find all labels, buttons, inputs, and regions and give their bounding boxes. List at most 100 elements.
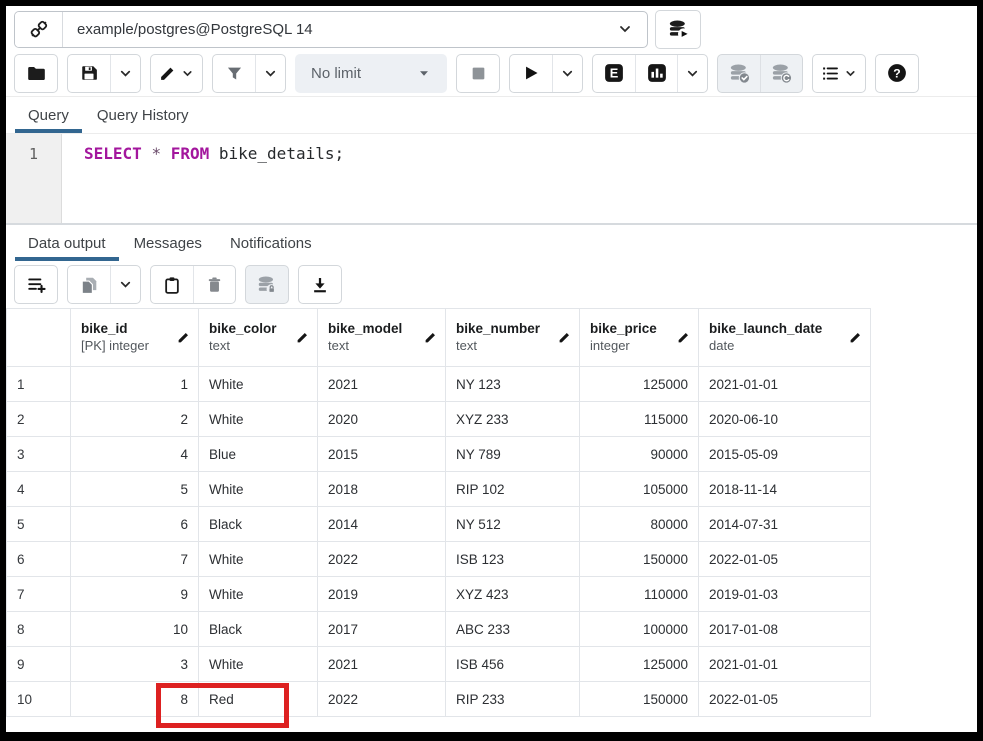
tab-data-output[interactable]: Data output: [14, 225, 120, 261]
cell-bike_id[interactable]: 1: [71, 367, 199, 402]
row-number-cell[interactable]: 4: [7, 472, 71, 507]
cell-bike_model[interactable]: 2014: [318, 507, 446, 542]
column-header-bike_price[interactable]: bike_priceinteger: [580, 309, 699, 367]
sql-code-line[interactable]: SELECT * FROM bike_details;: [62, 134, 977, 223]
cell-bike_number[interactable]: XYZ 423: [446, 577, 580, 612]
cell-bike_launch_date[interactable]: 2021-01-01: [699, 647, 871, 682]
row-number-cell[interactable]: 6: [7, 542, 71, 577]
cell-bike_model[interactable]: 2019: [318, 577, 446, 612]
cell-bike_launch_date[interactable]: 2015-05-09: [699, 437, 871, 472]
cell-bike_color[interactable]: White: [199, 577, 318, 612]
cell-bike_price[interactable]: 90000: [580, 437, 699, 472]
copy-options-button[interactable]: [110, 266, 140, 303]
cell-bike_number[interactable]: NY 123: [446, 367, 580, 402]
filter-options-button[interactable]: [255, 55, 285, 92]
tab-query-history[interactable]: Query History: [83, 97, 203, 133]
cell-bike_model[interactable]: 2018: [318, 472, 446, 507]
cell-bike_price[interactable]: 80000: [580, 507, 699, 542]
cell-bike_launch_date[interactable]: 2018-11-14: [699, 472, 871, 507]
select-all-corner[interactable]: [7, 309, 71, 367]
commit-button[interactable]: [718, 55, 760, 92]
column-header-bike_color[interactable]: bike_colortext: [199, 309, 318, 367]
explain-analyze-button[interactable]: [635, 55, 677, 92]
connection-status-button[interactable]: [15, 12, 63, 47]
database-connection-select[interactable]: example/postgres@PostgreSQL 14: [63, 12, 647, 47]
download-csv-button[interactable]: [299, 266, 341, 303]
cell-bike_model[interactable]: 2022: [318, 682, 446, 717]
row-number-cell[interactable]: 8: [7, 612, 71, 647]
row-number-cell[interactable]: 10: [7, 682, 71, 717]
cell-bike_number[interactable]: RIP 102: [446, 472, 580, 507]
cell-bike_launch_date[interactable]: 2020-06-10: [699, 402, 871, 437]
cell-bike_number[interactable]: XYZ 233: [446, 402, 580, 437]
execute-options-button[interactable]: [552, 55, 582, 92]
save-options-button[interactable]: [110, 55, 140, 92]
cell-bike_launch_date[interactable]: 2017-01-08: [699, 612, 871, 647]
edit-button[interactable]: [151, 55, 202, 92]
cell-bike_model[interactable]: 2021: [318, 367, 446, 402]
cell-bike_number[interactable]: ABC 233: [446, 612, 580, 647]
tab-query[interactable]: Query: [14, 97, 83, 133]
cell-bike_number[interactable]: ISB 456: [446, 647, 580, 682]
cell-bike_number[interactable]: NY 512: [446, 507, 580, 542]
cell-bike_id[interactable]: 2: [71, 402, 199, 437]
tab-notifications[interactable]: Notifications: [216, 225, 326, 261]
explain-options-button[interactable]: [677, 55, 707, 92]
cell-bike_price[interactable]: 110000: [580, 577, 699, 612]
cell-bike_id[interactable]: 5: [71, 472, 199, 507]
cell-bike_model[interactable]: 2020: [318, 402, 446, 437]
macros-button[interactable]: [813, 55, 865, 92]
cell-bike_id[interactable]: 9: [71, 577, 199, 612]
cell-bike_color[interactable]: White: [199, 472, 318, 507]
cell-bike_price[interactable]: 105000: [580, 472, 699, 507]
cell-bike_id[interactable]: 4: [71, 437, 199, 472]
cell-bike_model[interactable]: 2021: [318, 647, 446, 682]
row-number-cell[interactable]: 5: [7, 507, 71, 542]
column-header-bike_model[interactable]: bike_modeltext: [318, 309, 446, 367]
cell-bike_color[interactable]: Red: [199, 682, 318, 717]
column-header-bike_launch_date[interactable]: bike_launch_datedate: [699, 309, 871, 367]
cell-bike_number[interactable]: ISB 123: [446, 542, 580, 577]
row-number-cell[interactable]: 9: [7, 647, 71, 682]
cell-bike_id[interactable]: 3: [71, 647, 199, 682]
row-limit-select[interactable]: No limit: [295, 54, 447, 93]
cell-bike_launch_date[interactable]: 2019-01-03: [699, 577, 871, 612]
delete-button[interactable]: [193, 266, 235, 303]
cell-bike_id[interactable]: 10: [71, 612, 199, 647]
cell-bike_id[interactable]: 8: [71, 682, 199, 717]
cell-bike_price[interactable]: 150000: [580, 542, 699, 577]
cell-bike_color[interactable]: Blue: [199, 437, 318, 472]
cell-bike_model[interactable]: 2022: [318, 542, 446, 577]
row-number-cell[interactable]: 3: [7, 437, 71, 472]
cell-bike_model[interactable]: 2017: [318, 612, 446, 647]
column-header-bike_number[interactable]: bike_numbertext: [446, 309, 580, 367]
cell-bike_price[interactable]: 100000: [580, 612, 699, 647]
execute-button[interactable]: [510, 55, 552, 92]
row-number-cell[interactable]: 7: [7, 577, 71, 612]
new-connection-button[interactable]: [655, 10, 701, 49]
cell-bike_price[interactable]: 115000: [580, 402, 699, 437]
cell-bike_color[interactable]: Black: [199, 507, 318, 542]
cell-bike_id[interactable]: 6: [71, 507, 199, 542]
cell-bike_color[interactable]: Black: [199, 612, 318, 647]
save-data-changes-button[interactable]: [246, 266, 288, 303]
open-file-button[interactable]: [15, 55, 57, 92]
cell-bike_color[interactable]: White: [199, 402, 318, 437]
cell-bike_color[interactable]: White: [199, 367, 318, 402]
cell-bike_color[interactable]: White: [199, 542, 318, 577]
cell-bike_launch_date[interactable]: 2021-01-01: [699, 367, 871, 402]
cell-bike_number[interactable]: RIP 233: [446, 682, 580, 717]
add-row-button[interactable]: [15, 266, 57, 303]
cell-bike_launch_date[interactable]: 2022-01-05: [699, 682, 871, 717]
column-header-bike_id[interactable]: bike_id[PK] integer: [71, 309, 199, 367]
row-number-cell[interactable]: 2: [7, 402, 71, 437]
help-button[interactable]: ?: [876, 55, 918, 92]
cell-bike_price[interactable]: 125000: [580, 647, 699, 682]
cell-bike_id[interactable]: 7: [71, 542, 199, 577]
cell-bike_price[interactable]: 125000: [580, 367, 699, 402]
row-number-cell[interactable]: 1: [7, 367, 71, 402]
cell-bike_launch_date[interactable]: 2022-01-05: [699, 542, 871, 577]
cell-bike_price[interactable]: 150000: [580, 682, 699, 717]
cell-bike_launch_date[interactable]: 2014-07-31: [699, 507, 871, 542]
cell-bike_color[interactable]: White: [199, 647, 318, 682]
